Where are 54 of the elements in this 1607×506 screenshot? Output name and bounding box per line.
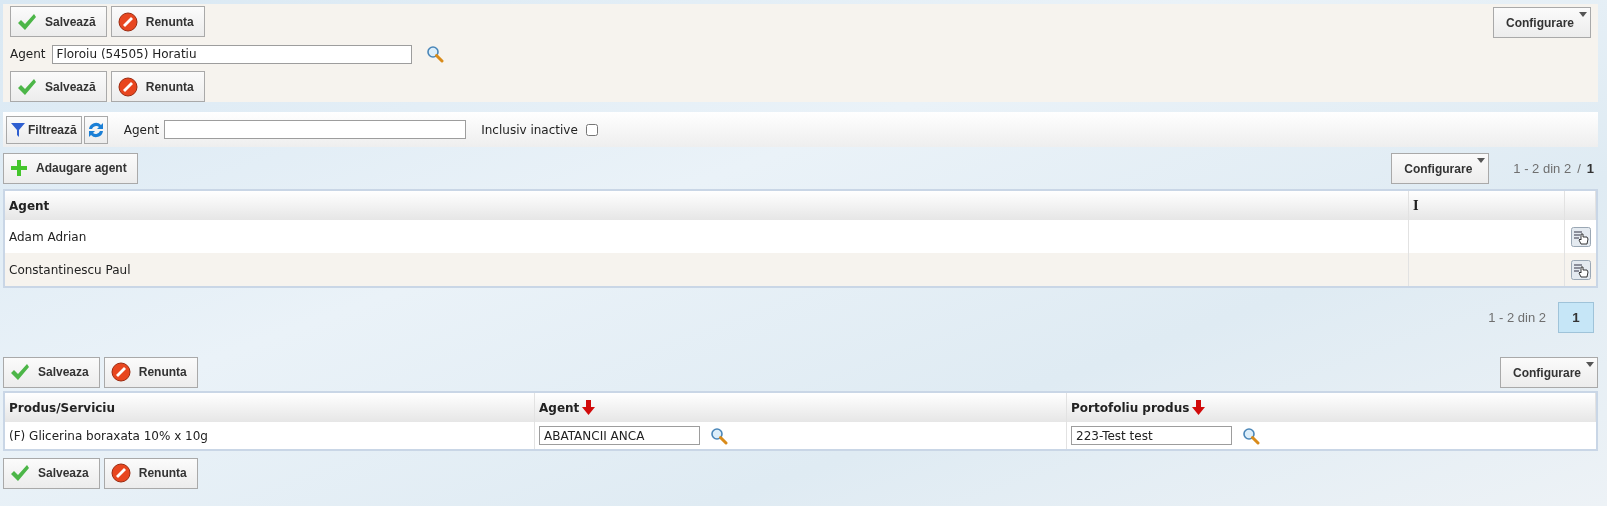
caret-icon (1579, 12, 1587, 17)
refresh-button[interactable] (83, 115, 108, 144)
table-cell: (F) Glicerina boraxata 10% x 10g (5, 422, 535, 449)
inactive-label: Inclusiv inactive (481, 122, 578, 137)
checkmark-icon (17, 12, 37, 31)
cancel-icon (110, 362, 131, 382)
search-icon[interactable] (710, 426, 728, 445)
agent-label: Agent (10, 47, 46, 61)
pagination-info: 1 - 2 din 2 (1488, 310, 1546, 325)
plus-icon (10, 159, 28, 177)
checkmark-icon (10, 464, 30, 482)
cancel-button[interactable]: Renunta (110, 71, 205, 102)
pagination-info: 1 - 2 din 2 (1513, 160, 1572, 176)
column-title: Portofoliu produs (1071, 400, 1190, 415)
add-agent-button[interactable]: Adaugare agent (3, 152, 138, 184)
cancel-icon (110, 463, 131, 483)
select-row-icon[interactable] (1570, 226, 1591, 247)
save-button[interactable]: Salveaza (3, 356, 100, 388)
down-arrow-icon (1192, 400, 1206, 415)
select-row-icon[interactable] (1570, 259, 1591, 280)
save-button[interactable]: Salveaza (3, 457, 100, 489)
column-header (1565, 191, 1596, 220)
cancel-button[interactable]: Renunta (110, 6, 205, 37)
checkmark-icon (10, 363, 30, 381)
cancel-icon (117, 76, 138, 97)
column-title: Agent (539, 400, 580, 415)
agent-field[interactable]: Floroiu (54505) Horatiu (51, 44, 412, 64)
agent-filter-field[interactable] (164, 120, 467, 139)
configure-button[interactable]: Configurare (1500, 357, 1598, 388)
caret-icon (1586, 362, 1594, 367)
portfolio-field[interactable]: 223-Test test (1071, 426, 1232, 445)
configure-button[interactable]: Configurare (1493, 7, 1591, 38)
search-icon[interactable] (425, 45, 444, 63)
agent-field[interactable]: ABATANCII ANCA (539, 426, 700, 445)
page-separator: / (1577, 160, 1581, 176)
cancel-button[interactable]: Renunta (103, 457, 198, 489)
search-icon[interactable] (1242, 426, 1260, 445)
column-title: Produs/Serviciu (9, 400, 116, 415)
column-header: Agent (5, 191, 1409, 220)
filter-button[interactable]: Filtrează (6, 115, 82, 144)
down-arrow-icon (582, 400, 596, 415)
cancel-icon (117, 11, 138, 32)
caret-icon (1477, 158, 1486, 163)
page-button[interactable]: 1 (1558, 302, 1594, 333)
configure-button[interactable]: Configurare (1391, 153, 1490, 184)
column-header: I (1409, 191, 1565, 220)
checkmark-icon (17, 77, 37, 96)
cancel-button[interactable]: Renunta (103, 356, 198, 388)
funnel-icon (11, 121, 25, 138)
agent-label: Agent (123, 122, 160, 137)
current-page: 1 (1586, 160, 1594, 176)
save-button[interactable]: Salvează (10, 71, 107, 102)
save-button[interactable]: Salvează (10, 6, 107, 37)
table-cell: Constantinescu Paul (5, 253, 1409, 286)
